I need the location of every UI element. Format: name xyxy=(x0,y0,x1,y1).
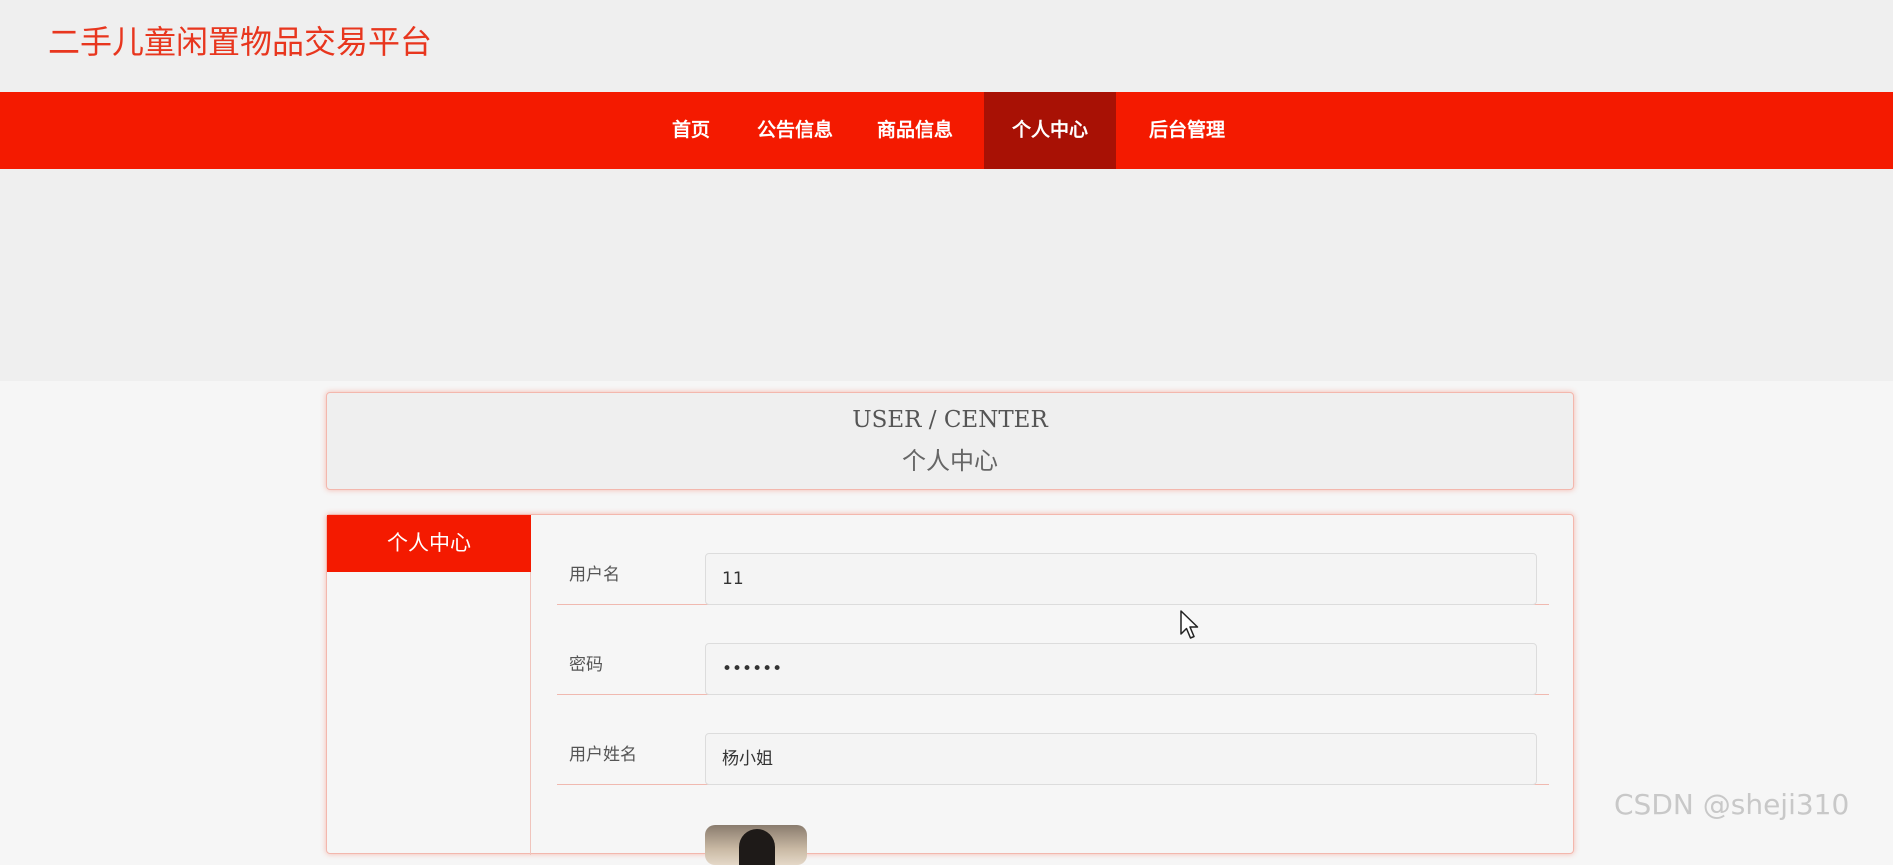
banner-area xyxy=(0,169,1893,381)
form-row-fullname: 用户姓名 杨小姐 xyxy=(557,695,1549,785)
top-header: 二手儿童闲置物品交易平台 xyxy=(0,0,1893,92)
nav-user-center[interactable]: 个人中心 xyxy=(984,92,1116,169)
sidebar-item-user-center[interactable]: 个人中心 xyxy=(327,515,531,572)
username-label: 用户名 xyxy=(569,565,620,585)
form-row-password: 密码 •••••• xyxy=(557,605,1549,695)
sidebar: 个人中心 xyxy=(327,515,531,855)
avatar-photo-detail xyxy=(739,829,775,865)
nav-announcements[interactable]: 公告信息 xyxy=(740,92,850,169)
password-input[interactable]: •••••• xyxy=(705,643,1537,695)
nav-admin[interactable]: 后台管理 xyxy=(1128,92,1246,169)
avatar[interactable] xyxy=(705,825,807,865)
fullname-input[interactable]: 杨小姐 xyxy=(705,733,1537,785)
page-title-cn: 个人中心 xyxy=(902,447,998,475)
password-label: 密码 xyxy=(569,655,603,675)
nav-home[interactable]: 首页 xyxy=(652,92,730,169)
username-input[interactable]: 11 xyxy=(705,553,1537,605)
watermark: CSDN @sheji310 xyxy=(1614,788,1850,821)
nav-products[interactable]: 商品信息 xyxy=(860,92,970,169)
user-center-panel: 个人中心 用户名 11 密码 •••••• 用户姓名 杨小姐 xyxy=(326,514,1574,865)
main-nav: 首页 公告信息 商品信息 个人中心 后台管理 xyxy=(0,92,1893,169)
site-title[interactable]: 二手儿童闲置物品交易平台 xyxy=(48,22,432,62)
form-row-username: 用户名 11 xyxy=(557,515,1549,605)
fullname-label: 用户姓名 xyxy=(569,745,637,765)
mouse-cursor-icon xyxy=(1180,610,1199,639)
page-title-en: USER / CENTER xyxy=(852,407,1048,433)
page-title-box: USER / CENTER 个人中心 xyxy=(326,392,1574,490)
